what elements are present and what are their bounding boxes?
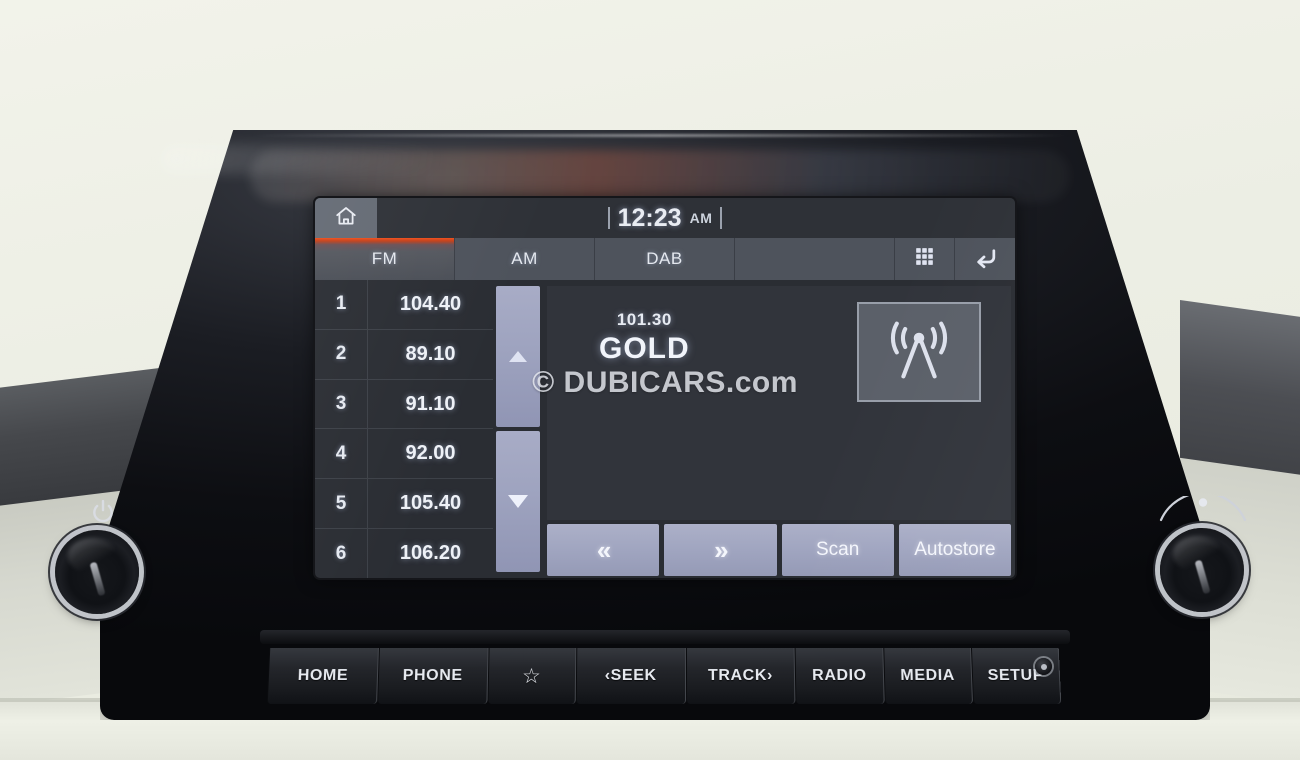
preset-frequency: 92.00 [405,442,456,465]
seek-up-button[interactable]: » [664,524,777,576]
autostore-label: Autostore [914,539,996,560]
clock-divider-right [720,207,723,229]
power-volume-knob[interactable] [49,524,145,620]
hw-radio-label: RADIO [812,667,867,684]
tab-fm-label: FM [371,249,398,268]
seek-down-label: « [596,534,612,565]
scroll-up-button[interactable] [496,286,540,427]
power-icon [90,498,116,524]
preset-row-3[interactable]: 3 91.10 [315,379,493,430]
seek-down-button[interactable]: « [547,524,660,576]
tune-knob[interactable] [1154,522,1250,618]
hw-media-button[interactable]: MEDIA [882,648,973,704]
star-icon: ☆ [521,664,542,688]
station-list-button[interactable] [895,238,955,280]
preset-number: 5 [335,492,347,514]
hw-setup-button[interactable]: SETUP [970,648,1062,704]
hw-track-button[interactable]: TRACK› [685,648,796,704]
scene: 12:23 AM FM AM DAB 1 104.40 2 89.10 3 91… [0,0,1300,760]
tab-am-label: AM [511,249,538,268]
tab-dab[interactable]: DAB [595,238,735,280]
hw-phone-label: PHONE [402,667,463,684]
status-bar: 12:23 AM [315,198,1015,238]
tab-fm[interactable]: FM [315,238,455,280]
triangle-up-icon [509,351,527,362]
source-icon-box[interactable] [857,302,981,402]
preset-number: 3 [335,393,347,415]
preset-frequency: 91.10 [405,392,456,415]
preset-number: 2 [335,343,347,365]
bezel-highlight [250,134,1070,137]
scan-button[interactable]: Scan [781,524,894,576]
preset-row-1[interactable]: 1 104.40 [315,280,493,330]
hardware-button-bar: HOME PHONE ☆ ‹SEEK TRACK› RADIO MEDIA SE… [266,648,1062,704]
bezel-reflection-secondary [160,144,440,174]
hw-home-button[interactable]: HOME [266,648,379,704]
autostore-button[interactable]: Autostore [898,524,1011,576]
preset-frequency: 105.40 [399,492,462,515]
clock-time: 12:23 [617,203,682,232]
radio-antenna-icon [879,314,959,391]
hw-phone-button[interactable]: PHONE [376,648,489,704]
radio-action-bar: « » Scan Autostore [547,524,1011,576]
preset-list: 1 104.40 2 89.10 3 91.10 4 92.00 5 105.4… [315,280,493,578]
station-name: GOLD [599,332,690,365]
preset-number: 1 [335,293,347,315]
hw-media-label: MEDIA [900,667,956,684]
current-frequency: 101.30 [616,310,672,329]
back-button[interactable] [955,238,1015,280]
tab-am[interactable]: AM [455,238,595,280]
now-playing-text: 101.30 GOLD [599,310,690,366]
hw-seek-label: ‹SEEK [604,667,657,684]
tune-arc-icon [1155,491,1251,526]
bezel-lip [260,630,1070,644]
grid-list-icon [912,244,937,274]
preset-row-6[interactable]: 6 106.20 [315,529,493,578]
preset-row-2[interactable]: 2 89.10 [315,329,493,380]
preset-frequency: 106.20 [399,542,462,565]
preset-number: 4 [335,442,347,464]
scan-label: Scan [815,539,860,560]
head-unit: 12:23 AM FM AM DAB 1 104.40 2 89.10 3 91… [49,130,1250,720]
hw-radio-button[interactable]: RADIO [794,648,885,704]
hw-favorite-button[interactable]: ☆ [486,648,577,704]
reset-pinhole[interactable] [1035,658,1052,675]
now-playing-panel: 101.30 GOLD [547,286,1011,520]
triangle-down-icon [508,495,528,508]
back-arrow-icon [973,244,998,274]
hw-track-label: TRACK› [707,667,774,684]
tab-dab-label: DAB [646,249,683,268]
preset-frequency: 89.10 [405,342,456,365]
preset-number: 6 [335,542,347,564]
band-tab-bar: FM AM DAB [315,238,1015,280]
preset-frequency: 104.40 [399,292,462,315]
preset-row-4[interactable]: 4 92.00 [315,429,493,480]
scroll-down-button[interactable] [496,431,540,572]
reset-pinhole-dot [1040,663,1047,670]
hw-home-label: HOME [297,667,349,684]
hw-seek-button[interactable]: ‹SEEK [575,648,686,704]
tab-spacer [735,238,895,280]
preset-scrollbar [496,286,540,572]
touchscreen-display[interactable]: 12:23 AM FM AM DAB 1 104.40 2 89.10 3 91… [315,198,1015,578]
clock-divider-left [607,207,610,229]
seek-up-label: » [714,534,729,565]
clock: 12:23 AM [315,198,1015,238]
clock-meridiem: AM [689,210,713,226]
preset-row-5[interactable]: 5 105.40 [315,479,493,530]
